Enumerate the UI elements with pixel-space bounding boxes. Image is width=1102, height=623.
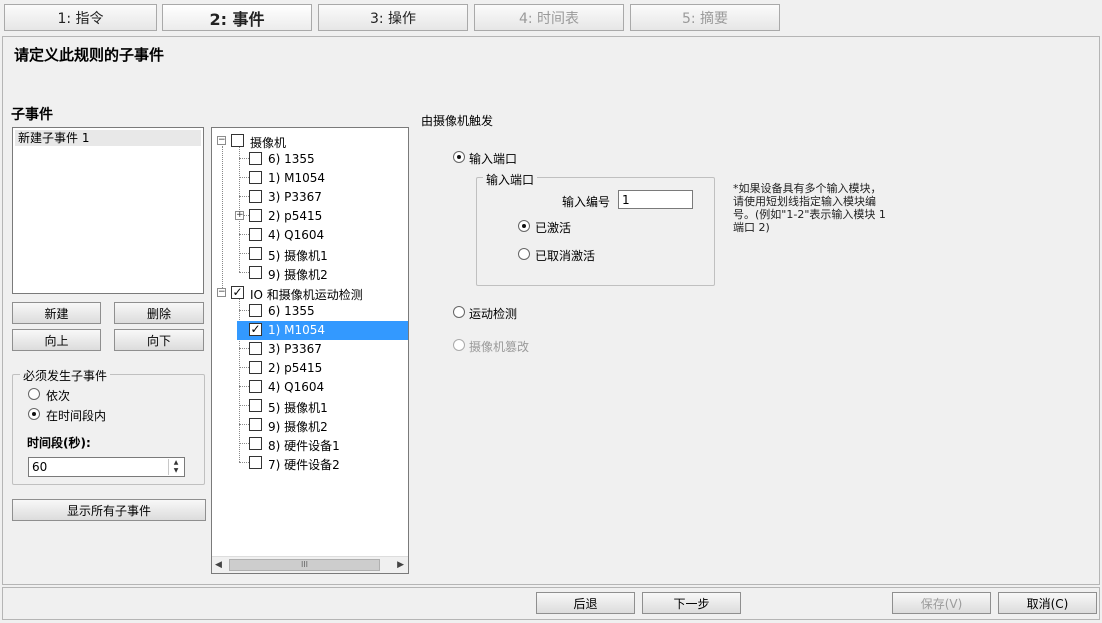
checkbox-icon[interactable]: [249, 304, 262, 317]
period-label: 时间段(秒):: [27, 436, 91, 450]
period-spinner[interactable]: 60 ▲ ▼: [28, 457, 185, 477]
tab-events[interactable]: 2: 事件: [162, 4, 312, 31]
checkbox-icon[interactable]: [249, 399, 262, 412]
subevents-heading: 子事件: [11, 107, 53, 123]
page-title: 请定义此规则的子事件: [14, 46, 165, 64]
tab-instructions[interactable]: 1: 指令: [4, 4, 157, 31]
device-tree[interactable]: − 摄像机 6) 1355 1) M1054 3) P3367 + 2) p54…: [211, 127, 409, 574]
camera-tamper-label: 摄像机篡改: [469, 340, 530, 354]
cancel-button[interactable]: 取消(C): [998, 592, 1097, 614]
spinner-arrows-icon[interactable]: ▲ ▼: [168, 459, 183, 475]
subevents-list[interactable]: 新建子事件 1: [12, 127, 204, 294]
move-up-button[interactable]: 向上: [12, 329, 101, 351]
checkbox-icon[interactable]: [249, 152, 262, 165]
input-module-note: *如果设备具有多个输入模块，请使用短划线指定输入模块编号。(例如"1-2"表示输…: [733, 182, 886, 234]
sequential-label: 依次: [46, 389, 71, 403]
tab-summary: 5: 摘要: [630, 4, 780, 31]
period-value[interactable]: 60: [32, 460, 47, 474]
checkbox-icon[interactable]: ✓: [231, 286, 244, 299]
trigger-heading: 由摄像机触发: [421, 114, 494, 128]
checkbox-icon[interactable]: [249, 171, 262, 184]
activated-radio[interactable]: [518, 220, 530, 232]
input-port-label: 输入端口: [469, 152, 518, 166]
tree-item-label[interactable]: 4) Q1604: [268, 380, 324, 394]
tree-item-label[interactable]: 2) p5415: [268, 209, 322, 223]
checkbox-icon[interactable]: [249, 380, 262, 393]
checkbox-icon[interactable]: [249, 247, 262, 260]
checkbox-icon[interactable]: [249, 361, 262, 374]
input-port-group-title: 输入端口: [483, 171, 538, 188]
scroll-left-icon[interactable]: ◀: [215, 560, 222, 570]
input-number-label: 输入编号: [562, 195, 611, 209]
checkbox-icon[interactable]: ✓: [249, 323, 262, 336]
tree-item-label[interactable]: 9) 摄像机2: [268, 418, 328, 435]
tree-item-label[interactable]: 7) 硬件设备2: [268, 456, 340, 473]
next-button[interactable]: 下一步: [642, 592, 741, 614]
tree-item-label[interactable]: 1) M1054: [268, 171, 325, 185]
must-occur-title: 必须发生子事件: [20, 367, 111, 384]
input-port-radio[interactable]: [453, 151, 465, 163]
tree-expander-icon[interactable]: +: [235, 211, 244, 220]
new-button[interactable]: 新建: [12, 302, 101, 324]
motion-detection-label: 运动检测: [469, 307, 518, 321]
scrollbar-thumb[interactable]: III: [229, 559, 380, 571]
checkbox-icon[interactable]: [249, 209, 262, 222]
tree-group-label[interactable]: 摄像机: [250, 134, 286, 151]
tree-item-label[interactable]: 5) 摄像机1: [268, 399, 328, 416]
show-all-subevents-button[interactable]: 显示所有子事件: [12, 499, 206, 521]
tree-item-label[interactable]: 5) 摄像机1: [268, 247, 328, 264]
save-button: 保存(V): [892, 592, 991, 614]
within-period-radio[interactable]: [28, 408, 40, 420]
list-item[interactable]: 新建子事件 1: [15, 130, 201, 146]
sequential-radio[interactable]: [28, 388, 40, 400]
tree-item-label[interactable]: 4) Q1604: [268, 228, 324, 242]
tree-item-label[interactable]: 2) p5415: [268, 361, 322, 375]
deactivated-radio[interactable]: [518, 248, 530, 260]
tab-actions[interactable]: 3: 操作: [318, 4, 468, 31]
deactivated-label: 已取消激活: [535, 249, 596, 263]
horizontal-scrollbar[interactable]: ◀ III ▶: [212, 556, 408, 573]
within-period-label: 在时间段内: [46, 409, 107, 423]
tree-item-label[interactable]: 3) P3367: [268, 190, 322, 204]
delete-button[interactable]: 删除: [114, 302, 204, 324]
tree-item-label[interactable]: 1) M1054: [268, 323, 325, 337]
checkbox-icon[interactable]: [249, 228, 262, 241]
tree-item-label[interactable]: 3) P3367: [268, 342, 322, 356]
checkbox-icon[interactable]: [249, 437, 262, 450]
camera-tamper-radio: [453, 339, 465, 351]
tree-item-label[interactable]: 9) 摄像机2: [268, 266, 328, 283]
tree-item-label[interactable]: 6) 1355: [268, 152, 315, 166]
activated-label: 已激活: [535, 221, 572, 235]
tree-expander-icon[interactable]: −: [217, 136, 226, 145]
back-button[interactable]: 后退: [536, 592, 635, 614]
checkbox-icon[interactable]: [249, 418, 262, 431]
move-down-button[interactable]: 向下: [114, 329, 204, 351]
checkbox-icon[interactable]: [249, 456, 262, 469]
input-number-field[interactable]: [618, 190, 693, 209]
checkbox-icon[interactable]: [249, 190, 262, 203]
checkbox-icon[interactable]: [249, 342, 262, 355]
tree-expander-icon[interactable]: −: [217, 288, 226, 297]
tab-schedule: 4: 时间表: [474, 4, 624, 31]
checkbox-icon[interactable]: [249, 266, 262, 279]
scroll-right-icon[interactable]: ▶: [397, 560, 404, 570]
tree-group-label[interactable]: IO 和摄像机运动检测: [250, 286, 363, 303]
tree-item-label[interactable]: 6) 1355: [268, 304, 315, 318]
motion-detection-radio[interactable]: [453, 306, 465, 318]
checkbox-icon[interactable]: [231, 134, 244, 147]
tree-item-label[interactable]: 8) 硬件设备1: [268, 437, 340, 454]
